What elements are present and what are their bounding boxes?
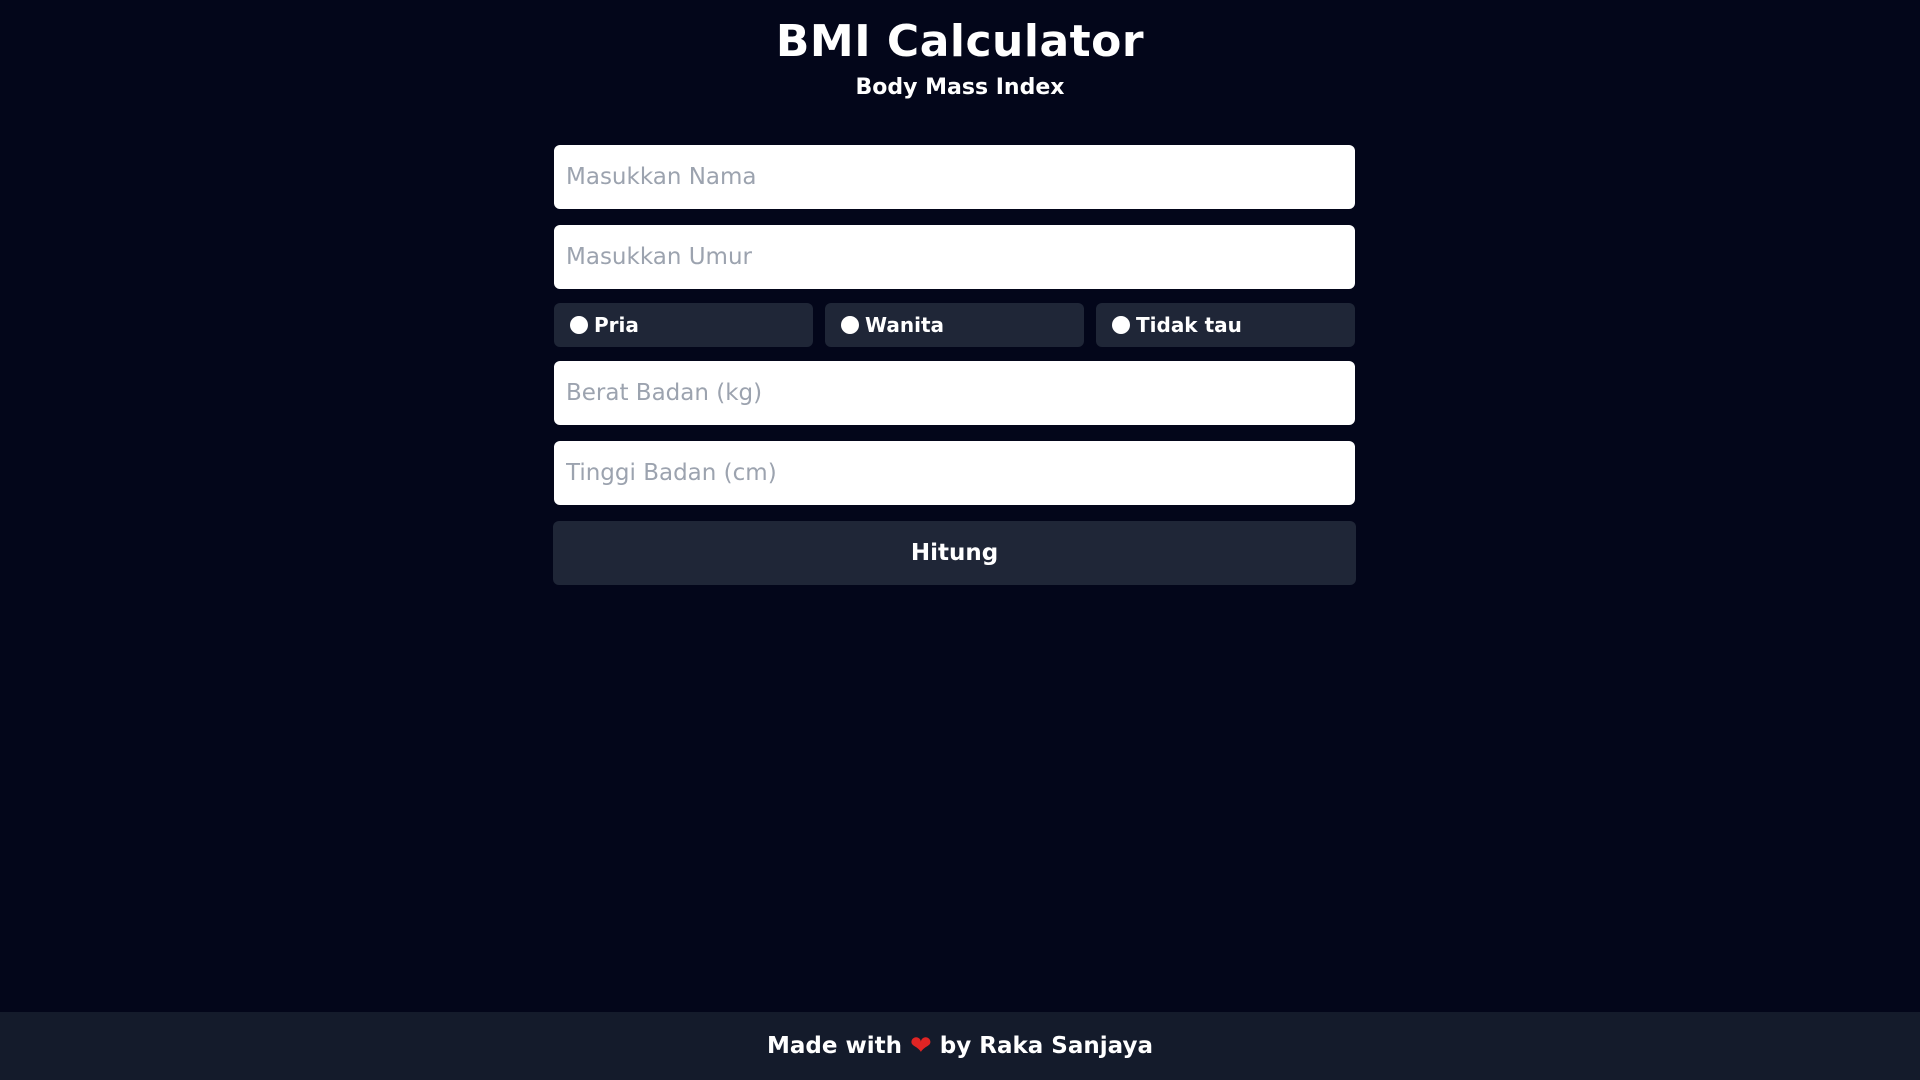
gender-option-label: Pria [594, 313, 639, 337]
page-title: BMI Calculator [775, 16, 1145, 67]
calculate-button[interactable]: Hitung [553, 521, 1356, 585]
page: BMI Calculator Body Mass Index Pria Wani… [0, 0, 1920, 1080]
age-input[interactable] [554, 225, 1355, 289]
gender-option-label: Tidak tau [1136, 313, 1242, 337]
radio-button[interactable] [570, 316, 588, 334]
gender-option-pria[interactable]: Pria [554, 303, 813, 347]
radio-button[interactable] [1112, 316, 1130, 334]
bmi-form: Pria Wanita Tidak tau Hitung [553, 145, 1356, 585]
radio-button[interactable] [841, 316, 859, 334]
gender-option-tidak-tau[interactable]: Tidak tau [1096, 303, 1355, 347]
header: BMI Calculator Body Mass Index [0, 14, 1920, 102]
gender-radio-group: Pria Wanita Tidak tau [554, 303, 1355, 347]
weight-input[interactable] [554, 361, 1355, 425]
footer: Made with ❤ by Raka Sanjaya [0, 1012, 1920, 1080]
gender-option-label: Wanita [865, 313, 944, 337]
footer-credit: by Raka Sanjaya [939, 1033, 1153, 1059]
heart-icon: ❤ [909, 1031, 932, 1061]
footer-prefix: Made with [767, 1033, 902, 1059]
name-input[interactable] [554, 145, 1355, 209]
page-subtitle: Body Mass Index [855, 75, 1065, 100]
gender-option-wanita[interactable]: Wanita [825, 303, 1084, 347]
height-input[interactable] [554, 441, 1355, 505]
